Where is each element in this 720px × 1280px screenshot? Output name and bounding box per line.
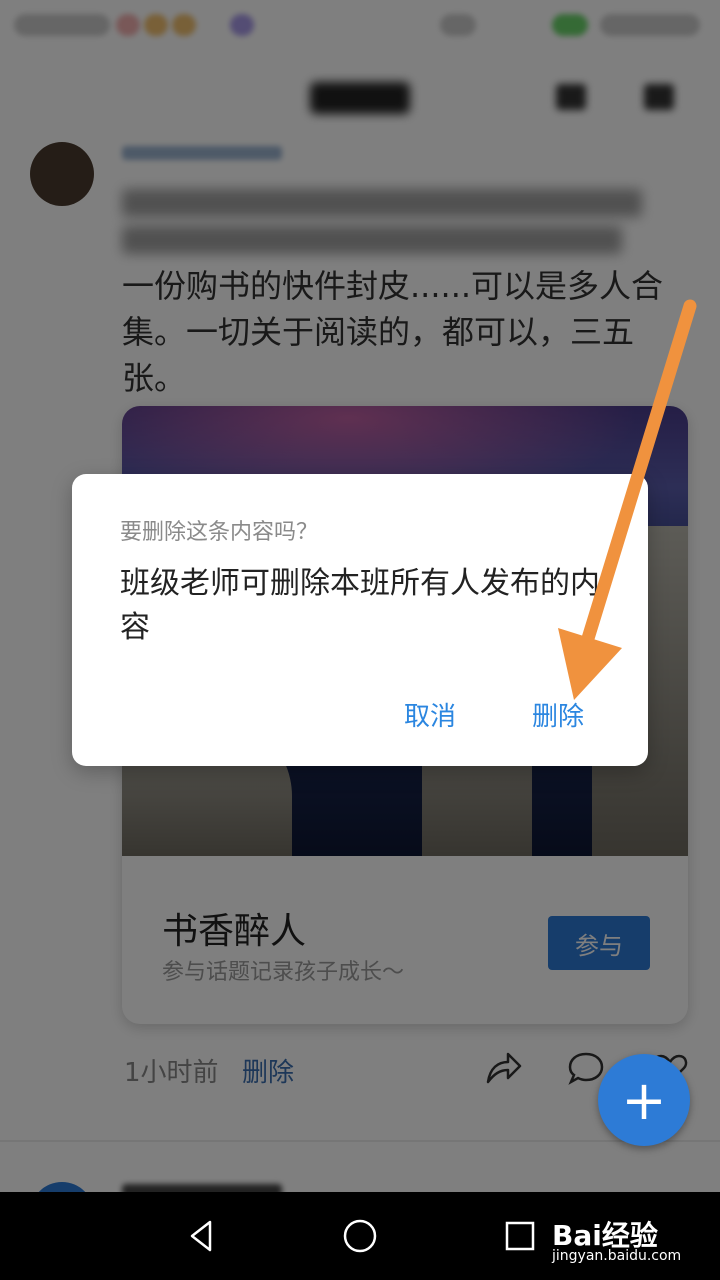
home-icon[interactable] xyxy=(340,1216,380,1256)
recent-apps-icon[interactable] xyxy=(502,1218,538,1254)
dialog-question: 要删除这条内容吗？ xyxy=(120,520,319,545)
cancel-button[interactable]: 取消 xyxy=(404,696,456,733)
back-icon[interactable] xyxy=(184,1218,220,1254)
watermark-url: jingyan.baidu.com xyxy=(552,1248,682,1264)
add-icon: + xyxy=(621,1068,667,1132)
add-post-button[interactable]: + xyxy=(598,1054,690,1146)
annotation-arrow xyxy=(558,299,697,700)
